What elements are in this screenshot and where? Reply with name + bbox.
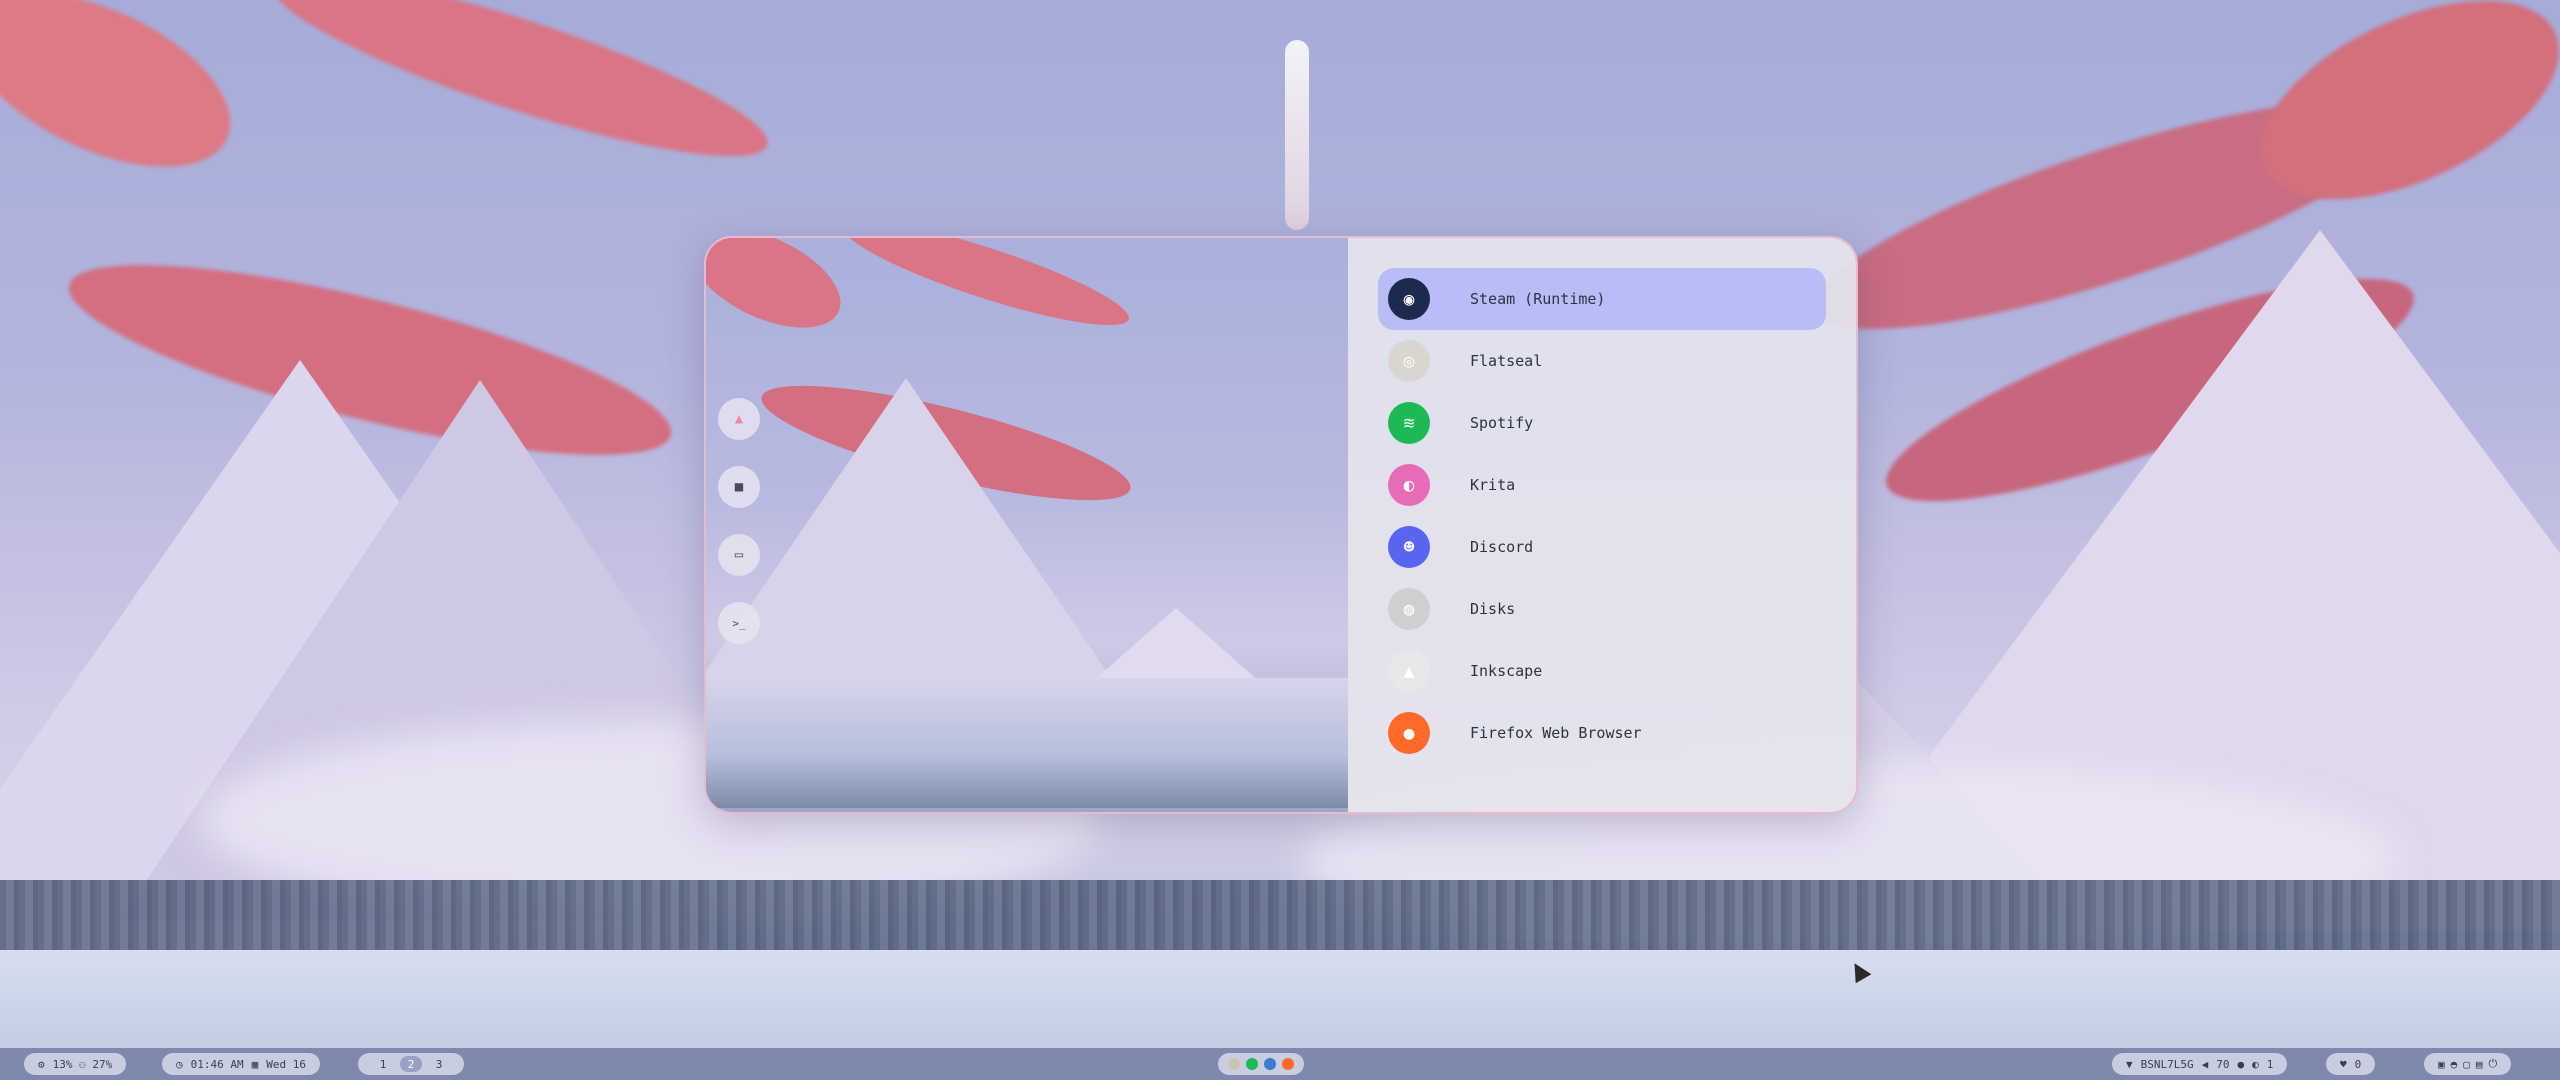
krita-icon: ◐ <box>1388 464 1430 506</box>
firefox-tray-icon[interactable] <box>1282 1058 1294 1070</box>
launcher-wallpaper-preview: ▲ ■ ▭ >_ <box>706 238 1348 812</box>
spotify-tray-icon[interactable] <box>1246 1058 1258 1070</box>
volume-level: 70 <box>2216 1057 2230 1071</box>
launcher-side-menu: ▲ ■ ▭ >_ <box>718 398 760 644</box>
app-list: ◉ Steam (Runtime) ◎ Flatseal ≋ Spotify ◐ Krita ☻… <box>1348 238 1856 812</box>
clock-time: 01:46 AM <box>190 1057 244 1071</box>
app-item-krita[interactable]: ◐ Krita <box>1378 454 1826 516</box>
app-label: Inkscape <box>1470 662 1543 680</box>
vscode-tray-icon[interactable] <box>1264 1058 1276 1070</box>
discord-icon: ☻ <box>1388 526 1430 568</box>
app-label: Firefox Web Browser <box>1470 724 1642 742</box>
calendar-icon: ▦ <box>251 1057 259 1071</box>
app-label: Discord <box>1470 538 1534 556</box>
notifications-widget[interactable]: ♥ 0 <box>2326 1053 2376 1075</box>
files-icon[interactable] <box>1228 1058 1240 1070</box>
workspace-switcher: 123 <box>358 1053 464 1075</box>
brightness-icon: ◐ <box>2252 1057 2259 1071</box>
clock-widget[interactable]: ◷ 01:46 AM ▦ Wed 16 <box>162 1053 320 1075</box>
flatseal-icon: ◎ <box>1388 340 1430 382</box>
app-item-steam-runtime[interactable]: ◉ Steam (Runtime) <box>1378 268 1826 330</box>
app-label: Flatseal <box>1470 352 1543 370</box>
workspace-3[interactable]: 3 <box>428 1056 450 1072</box>
terminal-icon: >_ <box>732 616 746 630</box>
cpu-icon: ⚙ <box>38 1057 45 1071</box>
folder-icon: ■ <box>734 479 744 495</box>
app-item-disks[interactable]: ◍ Disks <box>1378 578 1826 640</box>
spotify-icon: ≋ <box>1388 402 1430 444</box>
app-label: Spotify <box>1470 414 1534 432</box>
app-item-inkscape[interactable]: ▲ Inkscape <box>1378 640 1826 702</box>
mic-level: 1 <box>2266 1057 2274 1071</box>
notification-count: 0 <box>2354 1057 2362 1071</box>
lock-icon[interactable]: ▣ <box>2438 1058 2445 1071</box>
power-icon[interactable]: ⏻ <box>2489 1057 2498 1071</box>
window-icon: ▭ <box>734 547 744 563</box>
firefox-icon: ● <box>1388 712 1430 754</box>
app-launcher: ▲ ■ ▭ >_ ◉ Steam (Runtime) ◎ Flatseal ≋ Spoti… <box>704 236 1858 814</box>
session-controls: ▣ ◓ ▢ ▤ ⏻ <box>2424 1053 2512 1075</box>
app-label: Disks <box>1470 600 1516 618</box>
system-stats: ⚙ 13% ⚇ 27% <box>24 1053 127 1075</box>
screenshot-icon[interactable]: ▢ <box>2463 1058 2470 1071</box>
terminal-button[interactable]: >_ <box>718 602 760 644</box>
workspace-1[interactable]: 1 <box>372 1056 394 1072</box>
system-stats-text: 13% ⚇ 27% <box>52 1057 113 1071</box>
wifi-name: BSNL7L5G <box>2140 1057 2194 1071</box>
app-item-spotify[interactable]: ≋ Spotify <box>1378 392 1826 454</box>
inkscape-icon: ▲ <box>1388 650 1430 692</box>
volume-icon: ◀ <box>2201 1057 2209 1071</box>
network-audio-widget[interactable]: ▼ BSNL7L5G ◀ 70 ● ◐ 1 <box>2112 1053 2288 1075</box>
mic-icon: ● <box>2237 1057 2245 1071</box>
app-label: Krita <box>1470 476 1516 494</box>
disks-icon: ◍ <box>1388 588 1430 630</box>
clock-date: Wed 16 <box>266 1057 306 1071</box>
app-item-firefox-web-browser[interactable]: ● Firefox Web Browser <box>1378 702 1826 764</box>
clock-icon: ◷ <box>176 1057 183 1071</box>
files-button[interactable]: ■ <box>718 466 760 508</box>
app-item-discord[interactable]: ☻ Discord <box>1378 516 1826 578</box>
app-tray <box>1218 1053 1304 1075</box>
copy-icon[interactable]: ▤ <box>2476 1058 2483 1071</box>
arch-logo-button[interactable]: ▲ <box>718 398 760 440</box>
app-label: Steam (Runtime) <box>1470 290 1606 308</box>
steam-icon: ◉ <box>1388 278 1430 320</box>
windows-button[interactable]: ▭ <box>718 534 760 576</box>
chat-icon[interactable]: ◓ <box>2451 1058 2458 1071</box>
app-item-flatseal[interactable]: ◎ Flatseal <box>1378 330 1826 392</box>
arch-logo-icon: ▲ <box>734 411 744 427</box>
wifi-icon: ▼ <box>2126 1057 2133 1071</box>
workspace-2[interactable]: 2 <box>400 1056 422 1072</box>
bell-icon: ♥ <box>2340 1057 2347 1071</box>
